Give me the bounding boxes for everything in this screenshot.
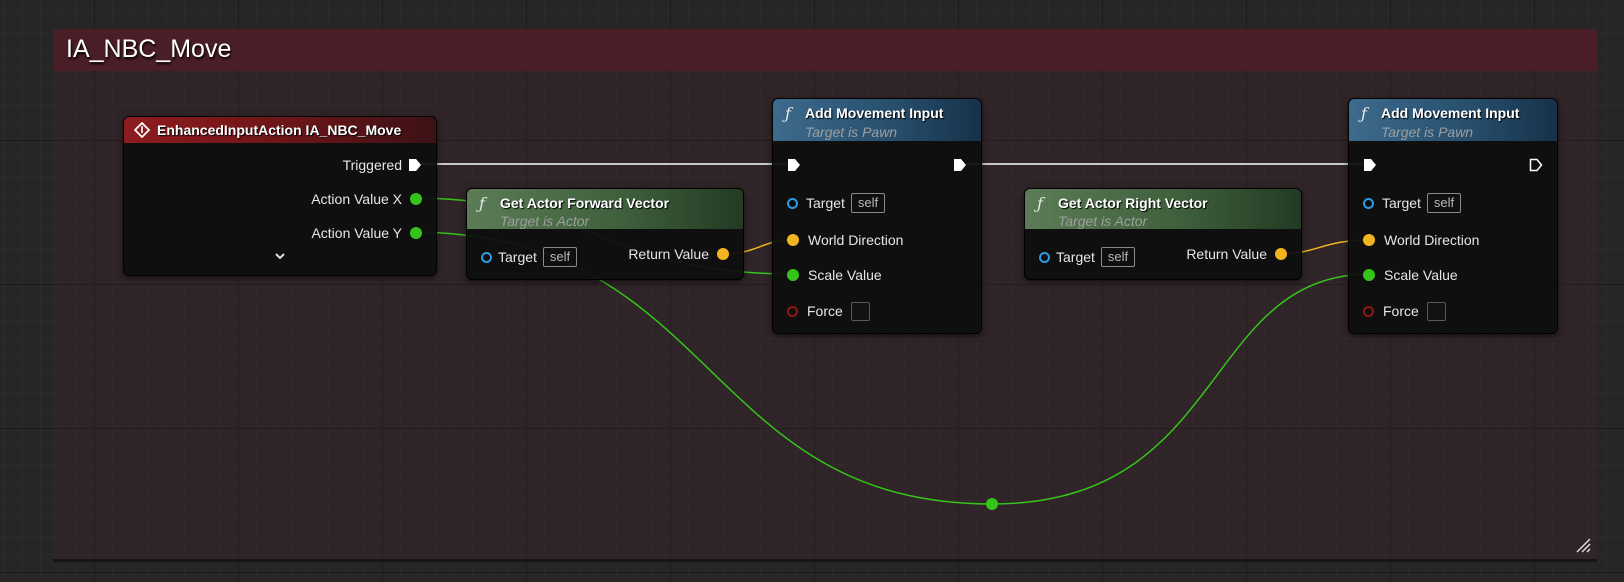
pin-label-force: Force (1383, 303, 1419, 319)
target-self-field[interactable]: self (850, 193, 886, 213)
target-self-field[interactable]: self (542, 247, 578, 267)
exec-in-pin-icon[interactable] (1363, 158, 1377, 172)
object-pin-icon[interactable] (1039, 251, 1050, 263)
forward-node-header[interactable]: ƒ Get Actor Forward Vector Target is Act… (467, 189, 743, 229)
vector-pin-icon[interactable] (1363, 234, 1375, 246)
pin-scale-value[interactable]: Scale Value (1363, 264, 1458, 286)
function-icon: ƒ (479, 194, 485, 213)
move-node-1-title: Add Movement Input (805, 105, 944, 121)
pin-return-value[interactable]: Return Value (1186, 243, 1287, 265)
pin-label-triggered: Triggered (342, 157, 402, 173)
target-self-field[interactable]: self (1426, 193, 1462, 213)
pin-world-direction[interactable]: World Direction (787, 229, 903, 251)
pin-label-scale-value: Scale Value (808, 267, 882, 283)
target-self-field[interactable]: self (1100, 247, 1136, 267)
vector-pin-icon[interactable] (717, 248, 729, 260)
object-pin-icon[interactable] (1363, 197, 1374, 209)
get-actor-forward-vector-node[interactable]: ƒ Get Actor Forward Vector Target is Act… (466, 188, 744, 280)
pin-target[interactable]: Target self (1363, 192, 1462, 214)
right-node-subtitle: Target is Actor (1058, 213, 1148, 229)
pin-action-value-y[interactable]: Action Value Y (311, 222, 422, 244)
float-wire-reroute-to-scale[interactable] (991, 273, 1372, 505)
float-pin-icon[interactable] (1363, 269, 1375, 281)
reroute-knot-icon[interactable] (986, 498, 998, 510)
pin-label-world-direction: World Direction (808, 232, 904, 248)
exec-in-pin-icon[interactable] (787, 158, 801, 172)
pin-label-return-value: Return Value (1186, 246, 1267, 262)
object-pin-icon[interactable] (481, 251, 492, 263)
move-node-2-title: Add Movement Input (1381, 105, 1520, 121)
pin-target[interactable]: Target self (787, 192, 886, 214)
pin-world-direction[interactable]: World Direction (1363, 229, 1479, 251)
event-node-header[interactable]: EnhancedInputAction IA_NBC_Move (124, 117, 436, 143)
pin-label-return-value: Return Value (628, 246, 709, 262)
exec-out-pin-icon[interactable] (1529, 158, 1543, 172)
float-pin-icon[interactable] (410, 193, 422, 205)
move-node-1-header[interactable]: ƒ Add Movement Input Target is Pawn (773, 99, 981, 141)
pin-label-target: Target (806, 195, 845, 211)
pin-label-action-value-y: Action Value Y (311, 225, 402, 241)
pin-target[interactable]: Target self (481, 246, 578, 268)
pin-target[interactable]: Target self (1039, 246, 1136, 268)
exec-out-pin-icon[interactable] (953, 158, 967, 172)
move-node-2-header[interactable]: ƒ Add Movement Input Target is Pawn (1349, 99, 1557, 141)
vector-pin-icon[interactable] (787, 234, 799, 246)
float-pin-icon[interactable] (787, 269, 799, 281)
function-icon: ƒ (785, 104, 791, 123)
function-icon: ƒ (1361, 104, 1367, 123)
pin-label-target: Target (1056, 249, 1095, 265)
pin-label-action-value-x: Action Value X (311, 191, 402, 207)
force-checkbox[interactable] (850, 301, 870, 321)
pin-label-target: Target (1382, 195, 1421, 211)
forward-node-subtitle: Target is Actor (500, 213, 590, 229)
move-node-1-subtitle: Target is Pawn (805, 124, 898, 140)
event-diamond-icon (134, 122, 150, 138)
chevron-down-icon[interactable] (274, 251, 286, 261)
right-node-title: Get Actor Right Vector (1058, 195, 1208, 211)
pin-force[interactable]: Force (1363, 300, 1446, 322)
pin-label-world-direction: World Direction (1384, 232, 1480, 248)
right-node-header[interactable]: ƒ Get Actor Right Vector Target is Actor (1025, 189, 1301, 229)
bool-pin-icon[interactable] (1363, 305, 1374, 317)
pin-action-value-x[interactable]: Action Value X (311, 188, 422, 210)
pin-force[interactable]: Force (787, 300, 870, 322)
add-movement-input-node-2[interactable]: ƒ Add Movement Input Target is Pawn Targ… (1348, 98, 1558, 334)
pin-return-value[interactable]: Return Value (628, 243, 729, 265)
pin-label-target: Target (498, 249, 537, 265)
forward-node-title: Get Actor Forward Vector (500, 195, 670, 211)
event-node[interactable]: EnhancedInputAction IA_NBC_Move Triggere… (123, 116, 437, 276)
event-node-title: EnhancedInputAction IA_NBC_Move (157, 122, 402, 138)
pin-label-scale-value: Scale Value (1384, 267, 1458, 283)
function-icon: ƒ (1037, 194, 1043, 213)
move-node-2-subtitle: Target is Pawn (1381, 124, 1474, 140)
float-pin-icon[interactable] (410, 227, 422, 239)
add-movement-input-node-1[interactable]: ƒ Add Movement Input Target is Pawn Targ… (772, 98, 982, 334)
get-actor-right-vector-node[interactable]: ƒ Get Actor Right Vector Target is Actor… (1024, 188, 1302, 280)
force-checkbox[interactable] (1426, 301, 1446, 321)
exec-pin-icon[interactable] (408, 158, 422, 172)
pin-triggered[interactable]: Triggered (343, 154, 422, 176)
bool-pin-icon[interactable] (787, 305, 798, 317)
pin-label-force: Force (807, 303, 843, 319)
pin-scale-value[interactable]: Scale Value (787, 264, 882, 286)
object-pin-icon[interactable] (787, 197, 798, 209)
vector-pin-icon[interactable] (1275, 248, 1287, 260)
